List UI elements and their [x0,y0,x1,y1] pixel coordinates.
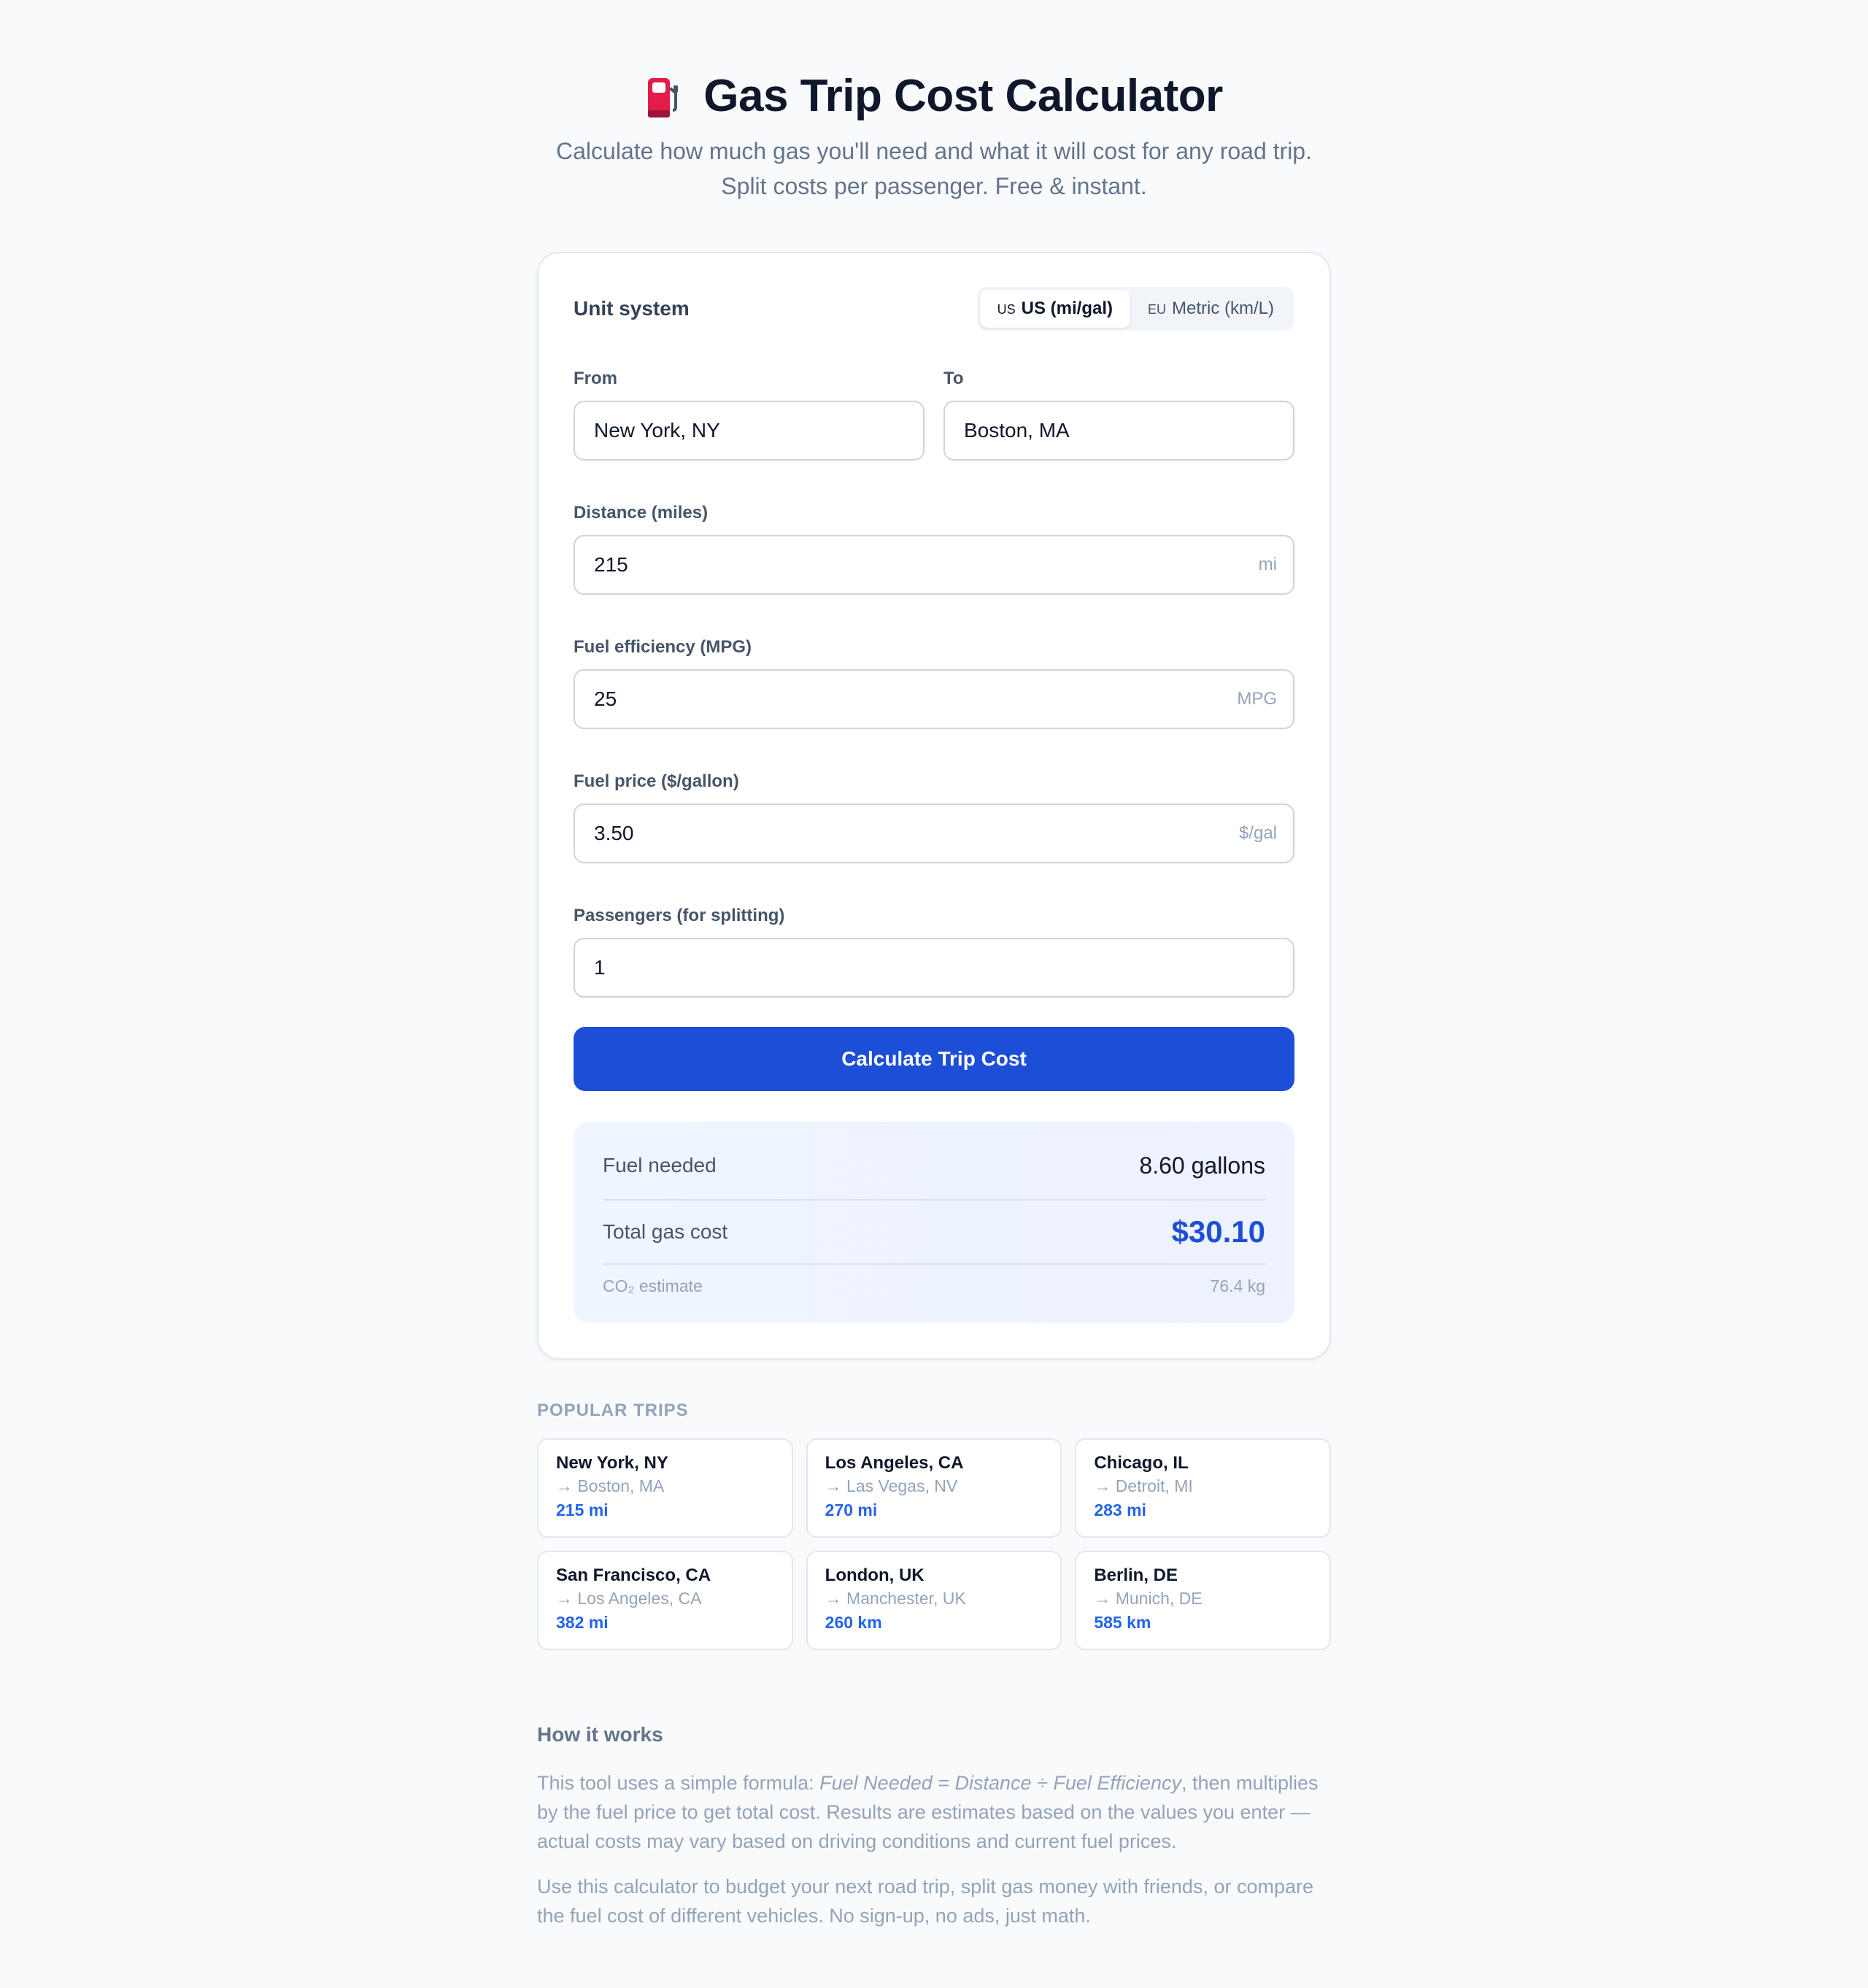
trip-distance: 382 mi [556,1613,609,1632]
co2-label: CO₂ estimate [603,1276,703,1295]
unit-system-label: Unit system [574,297,690,320]
efficiency-suffix: MPG [1237,689,1277,709]
trip-distance: 215 mi [556,1500,609,1519]
fuel-needed-row: Fuel needed 8.60 gallons [603,1132,1265,1201]
formula: Fuel Needed = Distance ÷ Fuel Efficiency [819,1772,1181,1794]
from-group: From [574,369,925,461]
unit-option-metric[interactable]: EU Metric (km/L) [1130,290,1292,328]
trip-distance: 585 km [1094,1613,1151,1632]
passengers-group: Passengers (for splitting) [574,906,1294,998]
trip-from: New York, NY [556,1453,668,1473]
trip-card[interactable]: New York, NY → Boston, MA 215 mi [537,1438,793,1538]
eu-flag-icon: EU [1147,302,1166,317]
unit-option-metric-label: Metric (km/L) [1172,298,1274,318]
efficiency-label: Fuel efficiency (MPG) [574,637,752,657]
us-flag-icon: US [997,302,1016,317]
price-wrap: $/gal [574,804,1294,863]
to-label: To [943,369,964,388]
trip-distance: 270 mi [825,1500,878,1519]
trip-from: Chicago, IL [1094,1453,1189,1473]
trip-to: → Manchester, UK [825,1589,966,1608]
price-label: Fuel price ($/gallon) [574,771,739,791]
how-it-works: How it works This tool uses a simple for… [537,1723,1331,1930]
efficiency-wrap: MPG [574,669,1294,729]
total-cost-label: Total gas cost [603,1220,728,1243]
how-it-works-paragraph-1: This tool uses a simple formula: Fuel Ne… [537,1768,1331,1856]
popular-trips: POPULAR TRIPS New York, NY → Boston, MA … [537,1401,1331,1650]
page-header: Gas Trip Cost Calculator Calculate how m… [537,70,1331,204]
calculate-button[interactable]: Calculate Trip Cost [574,1027,1294,1091]
trip-to: → Munich, DE [1094,1589,1203,1608]
unit-system-row: Unit system US US (mi/gal) EU Metric (km… [574,287,1294,331]
co2-value: 76.4 kg [1210,1276,1265,1295]
trip-from: Los Angeles, CA [825,1453,964,1473]
trip-card[interactable]: London, UK → Manchester, UK 260 km [806,1551,1062,1650]
passengers-input[interactable] [574,938,1294,998]
passengers-label: Passengers (for splitting) [574,906,785,925]
route-row: From To [574,369,1294,461]
trip-from: San Francisco, CA [556,1565,711,1585]
from-label: From [574,369,617,388]
page-title: Gas Trip Cost Calculator [703,71,1223,121]
distance-group: Distance (miles) mi [574,503,1294,595]
unit-option-us-label: US (mi/gal) [1021,298,1113,318]
price-group: Fuel price ($/gallon) $/gal [574,771,1294,863]
distance-input[interactable] [574,535,1294,595]
trip-card[interactable]: Los Angeles, CA → Las Vegas, NV 270 mi [806,1438,1062,1538]
how-it-works-paragraph-2: Use this calculator to budget your next … [537,1876,1314,1927]
how-it-works-title: How it works [537,1723,663,1746]
co2-row: CO₂ estimate 76.4 kg [603,1265,1265,1307]
price-input[interactable] [574,804,1294,863]
trip-distance: 283 mi [1094,1500,1146,1519]
price-suffix: $/gal [1238,823,1277,843]
unit-option-us[interactable]: US US (mi/gal) [979,290,1130,328]
title-row: Gas Trip Cost Calculator [537,70,1331,122]
trip-card[interactable]: Chicago, IL → Detroit, MI 283 mi [1075,1438,1331,1538]
trip-to: → Boston, MA [556,1476,665,1495]
distance-wrap: mi [574,535,1294,595]
distance-label: Distance (miles) [574,503,709,523]
total-cost-row: Total gas cost $30.10 [603,1201,1265,1265]
fuel-pump-icon [645,74,682,119]
distance-suffix: mi [1258,555,1277,574]
trip-from: Berlin, DE [1094,1565,1178,1585]
to-group: To [943,369,1294,461]
popular-trips-title: POPULAR TRIPS [537,1401,689,1420]
from-input[interactable] [574,401,925,461]
trip-from: London, UK [825,1565,925,1585]
page-subtitle: Calculate how much gas you'll need and w… [547,134,1321,204]
trip-grid: New York, NY → Boston, MA 215 mi Los Ang… [537,1438,1331,1650]
calculator-card: Unit system US US (mi/gal) EU Metric (km… [537,252,1331,1360]
efficiency-group: Fuel efficiency (MPG) MPG [574,637,1294,729]
trip-card[interactable]: Berlin, DE → Munich, DE 585 km [1075,1551,1331,1650]
efficiency-input[interactable] [574,669,1294,729]
to-input[interactable] [943,401,1294,461]
trip-to: → Los Angeles, CA [556,1589,702,1608]
trip-card[interactable]: San Francisco, CA → Los Angeles, CA 382 … [537,1551,793,1650]
subtitle-line-1: Calculate how much gas you'll need and w… [556,138,1312,164]
fuel-needed-label: Fuel needed [603,1154,717,1176]
trip-to: → Detroit, MI [1094,1476,1193,1495]
total-cost-value: $30.10 [1171,1214,1265,1249]
unit-toggle: US US (mi/gal) EU Metric (km/L) [976,287,1294,331]
fuel-needed-value: 8.60 gallons [1139,1152,1265,1179]
trip-distance: 260 km [825,1613,882,1632]
page: Gas Trip Cost Calculator Calculate how m… [537,0,1331,1930]
trip-to: → Las Vegas, NV [825,1476,958,1495]
results-panel: Fuel needed 8.60 gallons Total gas cost … [574,1122,1294,1323]
formula-intro: This tool uses a simple formula: [537,1772,820,1794]
subtitle-line-2: Split costs per passenger. Free & instan… [721,173,1147,199]
